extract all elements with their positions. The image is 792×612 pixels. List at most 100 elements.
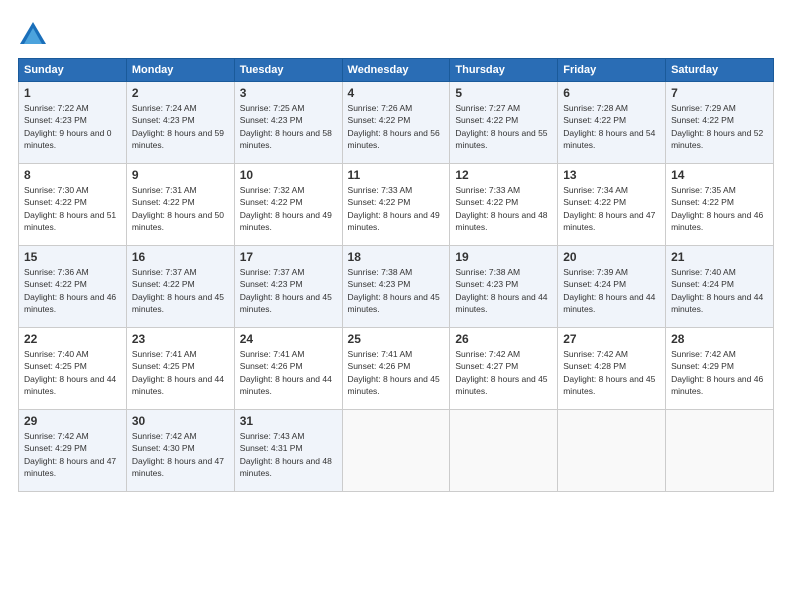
day-cell [666, 410, 774, 492]
day-cell: 4 Sunrise: 7:26 AMSunset: 4:22 PMDaylight… [342, 82, 450, 164]
day-cell: 8Sunrise: 7:30 AMSunset: 4:22 PMDaylight… [19, 164, 127, 246]
day-info: Sunrise: 7:41 AMSunset: 4:25 PMDaylight:… [132, 348, 229, 397]
day-number: 30 [132, 414, 229, 428]
day-info: Sunrise: 7:42 AMSunset: 4:29 PMDaylight:… [671, 348, 768, 397]
day-number: 22 [24, 332, 121, 346]
day-cell: 29Sunrise: 7:42 AMSunset: 4:29 PMDayligh… [19, 410, 127, 492]
day-info: Sunrise: 7:36 AMSunset: 4:22 PMDaylight:… [24, 266, 121, 315]
day-cell: 11 Sunrise: 7:33 AMSunset: 4:22 PMDayligh… [342, 164, 450, 246]
week-row-2: 15Sunrise: 7:36 AMSunset: 4:22 PMDayligh… [19, 246, 774, 328]
day-number: 18 [348, 250, 445, 264]
day-cell: 10 Sunrise: 7:32 AMSunset: 4:22 PMDayligh… [234, 164, 342, 246]
day-number: 21 [671, 250, 768, 264]
day-info: Sunrise: 7:30 AMSunset: 4:22 PMDaylight:… [24, 184, 121, 233]
day-cell: 18 Sunrise: 7:38 AMSunset: 4:23 PMDayligh… [342, 246, 450, 328]
day-info: Sunrise: 7:38 AMSunset: 4:23 PMDaylight:… [455, 266, 552, 315]
day-cell: 14Sunrise: 7:35 AMSunset: 4:22 PMDayligh… [666, 164, 774, 246]
day-cell: 31Sunrise: 7:43 AMSunset: 4:31 PMDayligh… [234, 410, 342, 492]
day-info: Sunrise: 7:42 AMSunset: 4:30 PMDaylight:… [132, 430, 229, 479]
day-number: 14 [671, 168, 768, 182]
calendar-table: SundayMondayTuesdayWednesdayThursdayFrid… [18, 58, 774, 492]
day-cell: 3 Sunrise: 7:25 AMSunset: 4:23 PMDaylight… [234, 82, 342, 164]
week-row-1: 8Sunrise: 7:30 AMSunset: 4:22 PMDaylight… [19, 164, 774, 246]
day-number: 23 [132, 332, 229, 346]
day-info: Sunrise: 7:40 AMSunset: 4:25 PMDaylight:… [24, 348, 121, 397]
header-cell-wednesday: Wednesday [342, 59, 450, 82]
header-cell-thursday: Thursday [450, 59, 558, 82]
week-row-0: 1Sunrise: 7:22 AMSunset: 4:23 PMDaylight… [19, 82, 774, 164]
header [18, 18, 774, 48]
day-cell: 17Sunrise: 7:37 AMSunset: 4:23 PMDayligh… [234, 246, 342, 328]
day-number: 26 [455, 332, 552, 346]
day-cell: 12Sunrise: 7:33 AMSunset: 4:22 PMDayligh… [450, 164, 558, 246]
day-number: 31 [240, 414, 337, 428]
day-info: Sunrise: 7:38 AMSunset: 4:23 PMDaylight:… [348, 266, 445, 315]
logo [18, 18, 52, 48]
week-row-3: 22 Sunrise: 7:40 AMSunset: 4:25 PMDayligh… [19, 328, 774, 410]
day-info: Sunrise: 7:42 AMSunset: 4:29 PMDaylight:… [24, 430, 121, 479]
day-info: Sunrise: 7:31 AMSunset: 4:22 PMDaylight:… [132, 184, 229, 233]
day-number: 17 [240, 250, 337, 264]
day-number: 2 [132, 86, 229, 100]
day-cell: 16 Sunrise: 7:37 AMSunset: 4:22 PMDayligh… [126, 246, 234, 328]
day-info: Sunrise: 7:25 AMSunset: 4:23 PMDaylight:… [240, 102, 337, 151]
day-info: Sunrise: 7:34 AMSunset: 4:22 PMDaylight:… [563, 184, 660, 233]
day-number: 4 [348, 86, 445, 100]
header-cell-tuesday: Tuesday [234, 59, 342, 82]
day-cell: 19 Sunrise: 7:38 AMSunset: 4:23 PMDayligh… [450, 246, 558, 328]
day-cell: 5 Sunrise: 7:27 AMSunset: 4:22 PMDaylight… [450, 82, 558, 164]
day-cell: 21 Sunrise: 7:40 AMSunset: 4:24 PMDayligh… [666, 246, 774, 328]
day-cell: 13Sunrise: 7:34 AMSunset: 4:22 PMDayligh… [558, 164, 666, 246]
day-number: 24 [240, 332, 337, 346]
day-cell: 20 Sunrise: 7:39 AMSunset: 4:24 PMDayligh… [558, 246, 666, 328]
header-row: SundayMondayTuesdayWednesdayThursdayFrid… [19, 59, 774, 82]
day-info: Sunrise: 7:28 AMSunset: 4:22 PMDaylight:… [563, 102, 660, 151]
day-cell: 26Sunrise: 7:42 AMSunset: 4:27 PMDayligh… [450, 328, 558, 410]
day-cell: 28 Sunrise: 7:42 AMSunset: 4:29 PMDayligh… [666, 328, 774, 410]
day-number: 19 [455, 250, 552, 264]
day-info: Sunrise: 7:40 AMSunset: 4:24 PMDaylight:… [671, 266, 768, 315]
day-cell: 1Sunrise: 7:22 AMSunset: 4:23 PMDaylight… [19, 82, 127, 164]
day-number: 1 [24, 86, 121, 100]
header-cell-saturday: Saturday [666, 59, 774, 82]
day-number: 7 [671, 86, 768, 100]
day-cell [558, 410, 666, 492]
day-number: 28 [671, 332, 768, 346]
day-number: 10 [240, 168, 337, 182]
day-info: Sunrise: 7:41 AMSunset: 4:26 PMDaylight:… [240, 348, 337, 397]
day-info: Sunrise: 7:33 AMSunset: 4:22 PMDaylight:… [348, 184, 445, 233]
day-number: 3 [240, 86, 337, 100]
day-info: Sunrise: 7:24 AMSunset: 4:23 PMDaylight:… [132, 102, 229, 151]
day-number: 27 [563, 332, 660, 346]
day-cell: 7 Sunrise: 7:29 AMSunset: 4:22 PMDaylight… [666, 82, 774, 164]
day-info: Sunrise: 7:29 AMSunset: 4:22 PMDaylight:… [671, 102, 768, 151]
day-number: 20 [563, 250, 660, 264]
day-cell: 6 Sunrise: 7:28 AMSunset: 4:22 PMDaylight… [558, 82, 666, 164]
day-info: Sunrise: 7:42 AMSunset: 4:28 PMDaylight:… [563, 348, 660, 397]
calendar-body: 1Sunrise: 7:22 AMSunset: 4:23 PMDaylight… [19, 82, 774, 492]
day-info: Sunrise: 7:39 AMSunset: 4:24 PMDaylight:… [563, 266, 660, 315]
day-info: Sunrise: 7:27 AMSunset: 4:22 PMDaylight:… [455, 102, 552, 151]
day-cell [342, 410, 450, 492]
header-cell-sunday: Sunday [19, 59, 127, 82]
day-info: Sunrise: 7:26 AMSunset: 4:22 PMDaylight:… [348, 102, 445, 151]
day-number: 9 [132, 168, 229, 182]
day-number: 5 [455, 86, 552, 100]
page: SundayMondayTuesdayWednesdayThursdayFrid… [0, 0, 792, 612]
day-number: 11 [348, 168, 445, 182]
day-cell: 24 Sunrise: 7:41 AMSunset: 4:26 PMDayligh… [234, 328, 342, 410]
day-info: Sunrise: 7:32 AMSunset: 4:22 PMDaylight:… [240, 184, 337, 233]
calendar-header: SundayMondayTuesdayWednesdayThursdayFrid… [19, 59, 774, 82]
day-number: 25 [348, 332, 445, 346]
day-cell: 15Sunrise: 7:36 AMSunset: 4:22 PMDayligh… [19, 246, 127, 328]
day-cell [450, 410, 558, 492]
day-number: 16 [132, 250, 229, 264]
logo-icon [18, 18, 48, 48]
day-number: 6 [563, 86, 660, 100]
day-cell: 25 Sunrise: 7:41 AMSunset: 4:26 PMDayligh… [342, 328, 450, 410]
day-info: Sunrise: 7:37 AMSunset: 4:22 PMDaylight:… [132, 266, 229, 315]
day-cell: 23 Sunrise: 7:41 AMSunset: 4:25 PMDayligh… [126, 328, 234, 410]
day-cell: 9 Sunrise: 7:31 AMSunset: 4:22 PMDaylight… [126, 164, 234, 246]
day-info: Sunrise: 7:41 AMSunset: 4:26 PMDaylight:… [348, 348, 445, 397]
day-cell: 27 Sunrise: 7:42 AMSunset: 4:28 PMDayligh… [558, 328, 666, 410]
